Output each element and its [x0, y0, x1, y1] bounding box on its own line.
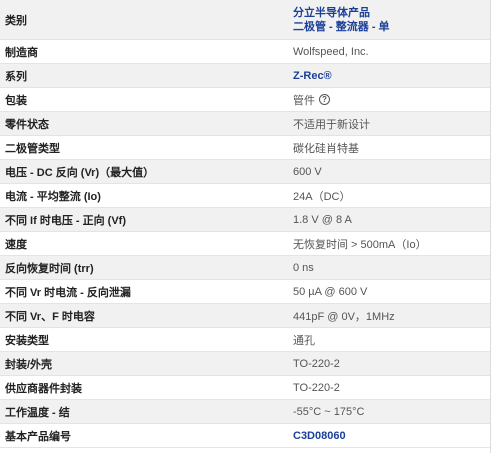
spec-row-category: 类别 分立半导体产品 二极管 - 整流器 - 单: [0, 0, 490, 40]
spec-row-series: 系列 Z-Rec®: [0, 64, 490, 88]
capacitance-label: 不同 Vr、F 时电容: [5, 310, 95, 323]
part-status-label: 零件状态: [5, 118, 49, 131]
speed-value: 无恢复时间 > 500mA（Io）: [293, 238, 427, 251]
spec-row-capacitance: 不同 Vr、F 时电容 441pF @ 0V，1MHz: [0, 304, 490, 328]
mounting-type-value: 通孔: [293, 334, 315, 347]
reverse-voltage-label: 电压 - DC 反向 (Vr)（最大值）: [5, 166, 155, 179]
manufacturer-label: 制造商: [5, 46, 38, 59]
reverse-leakage-value: 50 µA @ 600 V: [293, 285, 368, 298]
spec-row-part-status: 零件状态 不适用于新设计: [0, 112, 490, 136]
packaging-text: 管件: [293, 94, 315, 107]
forward-voltage-label: 不同 If 时电压 - 正向 (Vf): [5, 214, 126, 227]
spec-row-diode-type: 二极管类型 碳化硅肖特基: [0, 136, 490, 160]
packaging-value: 管件 ?: [293, 92, 490, 108]
help-circle-icon[interactable]: ?: [319, 94, 330, 105]
spec-row-mounting-type: 安装类型 通孔: [0, 328, 490, 352]
spec-row-reverse-leakage: 不同 Vr 时电流 - 反向泄漏 50 µA @ 600 V: [0, 280, 490, 304]
diode-type-label: 二极管类型: [5, 142, 60, 155]
supplier-package-label: 供应商器件封装: [5, 382, 82, 395]
operating-temp-value: -55°C ~ 175°C: [293, 405, 365, 418]
forward-voltage-value: 1.8 V @ 8 A: [293, 213, 352, 226]
base-part-number-link[interactable]: C3D08060: [293, 430, 490, 442]
spec-row-package-case: 封装/外壳 TO-220-2: [0, 352, 490, 376]
spec-row-reverse-recovery: 反向恢复时间 (trr) 0 ns: [0, 256, 490, 280]
category-link-rectifiers[interactable]: 二极管 - 整流器 - 单: [293, 20, 490, 34]
part-status-value: 不适用于新设计: [293, 118, 370, 131]
spec-row-rectified-current: 电流 - 平均整流 (Io) 24A（DC）: [0, 184, 490, 208]
reverse-voltage-value: 600 V: [293, 165, 322, 178]
category-link-discrete[interactable]: 分立半导体产品: [293, 6, 490, 20]
speed-label: 速度: [5, 238, 27, 251]
category-value: 分立半导体产品 二极管 - 整流器 - 单: [293, 6, 490, 34]
manufacturer-value: Wolfspeed, Inc.: [293, 45, 369, 58]
rectified-current-value: 24A（DC）: [293, 190, 351, 203]
spec-row-base-part-number: 基本产品编号 C3D08060: [0, 424, 490, 448]
package-case-value: TO-220-2: [293, 357, 340, 370]
base-part-number-label: 基本产品编号: [5, 430, 71, 443]
reverse-leakage-label: 不同 Vr 时电流 - 反向泄漏: [5, 286, 131, 299]
reverse-recovery-label: 反向恢复时间 (trr): [5, 262, 94, 275]
package-case-label: 封装/外壳: [5, 358, 53, 371]
reverse-recovery-value: 0 ns: [293, 261, 314, 274]
category-label: 类别: [5, 14, 27, 27]
product-spec-table: 类别 分立半导体产品 二极管 - 整流器 - 单 制造商 Wolfspeed, …: [0, 0, 491, 453]
series-link[interactable]: Z-Rec®: [293, 70, 490, 82]
diode-type-value: 碳化硅肖特基: [293, 142, 359, 155]
spec-row-speed: 速度 无恢复时间 > 500mA（Io）: [0, 232, 490, 256]
operating-temp-label: 工作温度 - 结: [5, 406, 70, 419]
capacitance-value: 441pF @ 0V，1MHz: [293, 310, 395, 323]
rectified-current-label: 电流 - 平均整流 (Io): [5, 190, 101, 203]
spec-row-packaging: 包装 管件 ?: [0, 88, 490, 112]
spec-row-forward-voltage: 不同 If 时电压 - 正向 (Vf) 1.8 V @ 8 A: [0, 208, 490, 232]
spec-row-supplier-package: 供应商器件封装 TO-220-2: [0, 376, 490, 400]
series-label: 系列: [5, 70, 27, 83]
packaging-label: 包装: [5, 94, 27, 107]
supplier-package-value: TO-220-2: [293, 381, 340, 394]
spec-row-reverse-voltage: 电压 - DC 反向 (Vr)（最大值） 600 V: [0, 160, 490, 184]
mounting-type-label: 安装类型: [5, 334, 49, 347]
spec-row-manufacturer: 制造商 Wolfspeed, Inc.: [0, 40, 490, 64]
spec-row-operating-temp: 工作温度 - 结 -55°C ~ 175°C: [0, 400, 490, 424]
